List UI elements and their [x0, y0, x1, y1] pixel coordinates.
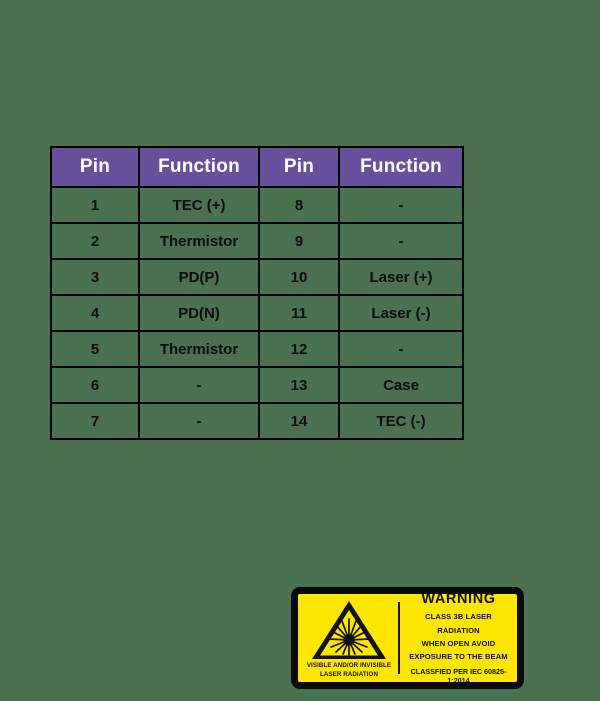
table-row: 2 Thermistor 9 -: [50, 222, 464, 260]
laser-warning-label-inner: VISIBLE AND/OR INVISIBLE LASER RADIATION…: [298, 594, 517, 682]
cell-function: Laser (-): [338, 294, 464, 332]
laser-symbol-caption: VISIBLE AND/OR INVISIBLE LASER RADIATION: [307, 662, 391, 680]
laser-hazard-triangle-icon: [310, 599, 388, 661]
cell-function: Thermistor: [138, 330, 260, 368]
label-divider-bar: [397, 601, 401, 675]
cell-function: Case: [338, 366, 464, 404]
cell-pin: 13: [258, 366, 340, 404]
cell-pin: 3: [50, 258, 140, 296]
cell-pin: 8: [258, 186, 340, 224]
cell-function: -: [138, 402, 260, 440]
cell-pin: 12: [258, 330, 340, 368]
table-row: 4 PD(N) 11 Laser (-): [50, 294, 464, 332]
cell-function: TEC (+): [138, 186, 260, 224]
cell-function: TEC (-): [338, 402, 464, 440]
cell-function: -: [338, 222, 464, 260]
laser-hazard-symbol-column: VISIBLE AND/OR INVISIBLE LASER RADIATION: [301, 596, 397, 680]
warning-title: WARNING: [421, 591, 496, 608]
cell-pin: 14: [258, 402, 340, 440]
table-header-row: Pin Function Pin Function: [50, 146, 464, 188]
table-row: 7 - 14 TEC (-): [50, 402, 464, 440]
cell-pin: 9: [258, 222, 340, 260]
cell-pin: 1: [50, 186, 140, 224]
cell-function: Laser (+): [338, 258, 464, 296]
pin-function-table: Pin Function Pin Function 1 TEC (+) 8 - …: [50, 146, 464, 440]
table-row: 1 TEC (+) 8 -: [50, 186, 464, 224]
table-row: 3 PD(P) 10 Laser (+): [50, 258, 464, 296]
column-header-function-2: Function: [338, 146, 464, 188]
warning-text-column: WARNING CLASS 3B LASER RADIATION WHEN OP…: [401, 594, 514, 682]
warning-line-1: CLASS 3B LASER RADIATION: [425, 612, 492, 635]
cell-pin: 11: [258, 294, 340, 332]
cell-pin: 2: [50, 222, 140, 260]
cell-pin: 4: [50, 294, 140, 332]
column-header-pin-2: Pin: [258, 146, 340, 188]
cell-function: Thermistor: [138, 222, 260, 260]
cell-pin: 5: [50, 330, 140, 368]
table-row: 6 - 13 Case: [50, 366, 464, 404]
cell-function: -: [138, 366, 260, 404]
laser-symbol-caption-line1: VISIBLE AND/OR INVISIBLE: [306, 662, 392, 669]
cell-function: -: [338, 186, 464, 224]
table-row: 5 Thermistor 12 -: [50, 330, 464, 368]
column-header-pin-1: Pin: [50, 146, 140, 188]
cell-function: PD(P): [138, 258, 260, 296]
pin-function-table-container: Pin Function Pin Function 1 TEC (+) 8 - …: [50, 146, 464, 440]
warning-line-3: EXPOSURE TO THE BEAM: [409, 652, 508, 662]
cell-pin: 7: [50, 402, 140, 440]
warning-line-2: WHEN OPEN AVOID: [421, 639, 496, 648]
cell-pin: 10: [258, 258, 340, 296]
laser-symbol-caption-line2: LASER RADIATION: [319, 670, 379, 678]
cell-function: -: [338, 330, 464, 368]
warning-standard: CLASSFIED PER IEC 60825-1:2014: [410, 666, 507, 685]
cell-function: PD(N): [138, 294, 260, 332]
column-header-function-1: Function: [138, 146, 260, 188]
cell-pin: 6: [50, 366, 140, 404]
laser-warning-label: VISIBLE AND/OR INVISIBLE LASER RADIATION…: [291, 587, 524, 689]
